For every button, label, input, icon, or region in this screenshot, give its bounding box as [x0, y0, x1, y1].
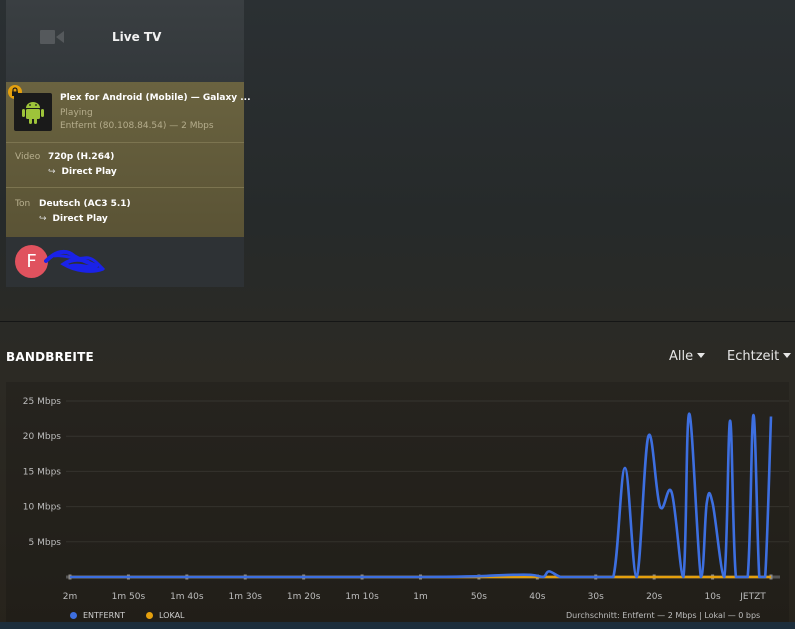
range-dropdown[interactable]: Echtzeit — [727, 349, 792, 364]
x-tick-label: 1m — [413, 592, 428, 602]
y-tick-label: 15 Mbps — [23, 467, 62, 477]
filter-dropdown[interactable]: Alle — [669, 349, 706, 364]
divider — [6, 142, 244, 143]
bandwidth-chart[interactable]: 5 Mbps 10 Mbps 15 Mbps 20 Mbps 25 Mbps 2m 1m 5… — [0, 382, 795, 622]
x-tick-label: 30s — [588, 592, 604, 602]
x-tick-label: 2m — [63, 592, 78, 602]
device-name: Plex for Android (Mobile) — Galaxy ... — [60, 93, 251, 103]
x-tick-label: 1m 40s — [170, 592, 204, 602]
x-tick-label: 1m 50s — [112, 592, 146, 602]
x-tick-label: 1m 20s — [287, 592, 321, 602]
y-tick-label: 10 Mbps — [23, 503, 62, 513]
audio-mode-label: Direct Play — [52, 214, 108, 224]
filter-dropdown-label: Alle — [669, 349, 694, 364]
session-header[interactable]: Live TV — [6, 0, 244, 82]
session-card[interactable]: Live TV Plex for Android (Mobile) — Gala… — [6, 0, 251, 287]
x-tick-label: 20s — [646, 592, 662, 602]
android-icon — [14, 93, 52, 131]
x-tick-label: 1m 30s — [229, 592, 263, 602]
series-line-remote — [70, 412, 773, 579]
y-tick-label: 20 Mbps — [23, 432, 62, 442]
x-tick-label: JETZT — [739, 592, 766, 602]
os-taskbar — [0, 622, 795, 629]
connection-address: Entfernt (80.108.84.54) — 2 Mbps — [60, 121, 214, 131]
divider — [6, 187, 244, 188]
legend-remote-label: ENTFERNT — [83, 611, 126, 620]
audio-mode: ↪ Direct Play — [39, 214, 108, 224]
legend-local[interactable]: LOKAL — [146, 611, 185, 620]
bandwidth-title: BANDBREITE — [6, 350, 94, 364]
x-tick-label: 1m 10s — [345, 592, 379, 602]
playback-details[interactable]: Plex for Android (Mobile) — Galaxy ... P… — [6, 82, 251, 237]
video-mode-label: Direct Play — [61, 167, 117, 177]
bandwidth-summary: Durchschnitt: Entfernt — 2 Mbps | Lokal … — [566, 611, 761, 620]
audio-label: Ton — [15, 199, 31, 209]
x-tick-label: 40s — [529, 592, 545, 602]
chevron-down-icon — [697, 353, 706, 358]
x-tick-label: 10s — [705, 592, 721, 602]
video-label: Video — [15, 152, 41, 162]
audio-value: Deutsch (AC3 5.1) — [39, 199, 131, 209]
playback-state: Playing — [60, 108, 93, 118]
video-camera-icon — [40, 30, 64, 44]
video-value: 720p (H.264) — [48, 152, 115, 162]
redirect-arrow-icon: ↪ — [39, 214, 47, 224]
y-tick-label: 25 Mbps — [23, 397, 62, 407]
legend-remote-dot — [70, 612, 77, 619]
video-mode: ↪ Direct Play — [48, 167, 117, 177]
x-tick-label: 50s — [471, 592, 487, 602]
section-separator — [0, 321, 795, 322]
chevron-down-icon — [783, 353, 792, 358]
y-tick-label: 5 Mbps — [29, 538, 62, 548]
redirect-arrow-icon: ↪ — [48, 167, 56, 177]
redaction-scribble — [44, 249, 106, 273]
session-title: Live TV — [112, 30, 162, 44]
legend-local-label: LOKAL — [159, 611, 185, 620]
range-dropdown-label: Echtzeit — [727, 349, 780, 364]
legend-local-dot — [146, 612, 153, 619]
legend-remote[interactable]: ENTFERNT — [70, 611, 125, 620]
